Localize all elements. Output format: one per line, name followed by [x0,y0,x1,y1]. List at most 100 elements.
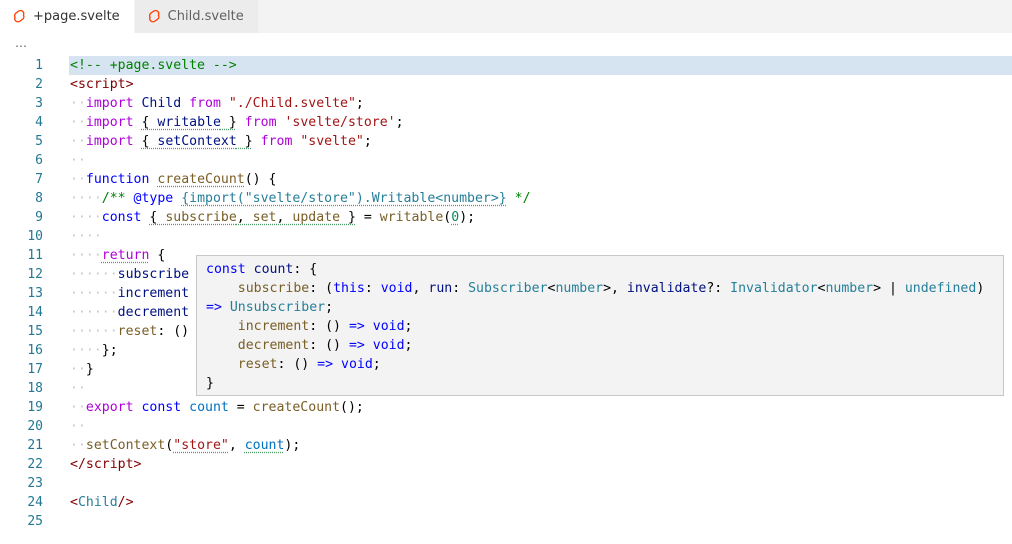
param: run [428,281,453,296]
identifier: writable [157,115,221,130]
keyword: from [189,96,221,111]
property: decrement [237,338,310,353]
function-call: writable [379,210,444,225]
property: reset [117,324,158,339]
code-line[interactable]: ···· [70,227,1012,246]
line-number: 15 [27,324,43,339]
code-line[interactable]: <script> [70,75,1012,94]
line-number: 2 [35,77,43,92]
property: decrement [117,305,190,320]
line-number: 9 [35,210,43,225]
code-line[interactable]: </script> [70,455,1012,474]
line-number: 5 [35,134,43,149]
property: reset [237,357,278,372]
keyword: const [101,210,142,225]
line-number: 18 [27,381,43,396]
type: Unsubscriber [229,300,326,315]
line-number: 22 [27,457,43,472]
function-name: createCount [157,172,245,187]
function-call: createCount [252,400,341,415]
code-line[interactable]: <Child/> [70,493,1012,512]
keyword: export [85,400,134,415]
code-line[interactable]: ··import { writable } from 'svelte/store… [70,113,1012,132]
tag-name: script [85,457,134,472]
property: increment [237,319,310,334]
tag-bracket: > [125,77,134,92]
type: number [555,281,604,296]
tag-bracket: < [70,77,78,92]
line-number: 7 [35,172,43,187]
line-number: 17 [27,362,43,377]
svelte-icon [148,10,160,23]
svelte-icon [14,10,25,23]
breadcrumb[interactable]: … [15,36,27,54]
line-number: 6 [35,153,43,168]
keyword: void [341,357,373,372]
code-line[interactable] [70,512,1012,531]
keyword: from [260,134,293,149]
code-line[interactable]: ·· [70,417,1012,436]
code-line[interactable]: ·· [70,151,1012,170]
code-line[interactable]: <!-- +page.svelte --> [70,56,1012,75]
line-number-gutter: 1 2 3 4 5 6 7 8 9 10 11 12 13 14 15 16 1… [0,56,50,531]
line-number: 13 [27,286,43,301]
jsdoc-comment: /** [101,191,134,206]
identifier: Child [141,96,182,111]
type: undefined [904,281,977,296]
line-number: 11 [27,248,43,263]
line-number: 12 [27,267,43,282]
identifier: count [244,438,285,453]
line-number: 16 [27,343,43,358]
hover-tooltip: const count: { subscribe: (this: void, r… [196,255,1004,396]
line-number: 20 [27,419,43,434]
component-name: Child [77,495,118,510]
tag-name: script [77,77,126,92]
jsdoc-comment: */ [506,191,531,206]
function-call: setContext [85,438,166,453]
keyword: const [206,262,246,277]
keyword: void [380,281,413,296]
code-line[interactable]: ····const { subscribe, set, update } = w… [70,208,1012,227]
string: "./Child.svelte" [228,96,356,111]
code-line[interactable]: ··function createCount() { [70,170,1012,189]
identifier: update [292,210,341,225]
line-number: 1 [35,58,43,73]
keyword: import [85,115,134,130]
code-line[interactable]: ··setContext("store", count); [70,436,1012,455]
editor-tab-bar: +page.svelte Child.svelte [0,0,1012,33]
jsdoc-type: {import("svelte/store").Writable<number>… [181,191,507,206]
keyword: const [141,400,182,415]
identifier: count [253,262,294,277]
string: "store" [173,438,229,453]
keyword: return [101,248,150,263]
tab-page-svelte[interactable]: +page.svelte [0,0,135,33]
identifier: setContext [157,134,237,149]
line-number: 19 [27,400,43,415]
code-line[interactable]: ····/** @type {import("svelte/store").Wr… [70,189,1012,208]
code-line[interactable] [70,474,1012,493]
line-number: 8 [35,191,43,206]
keyword: void [372,319,405,334]
code-line[interactable]: ··import { setContext } from "svelte"; [70,132,1012,151]
property: increment [117,286,190,301]
line-number: 14 [27,305,43,320]
param: invalidate [626,281,707,296]
code-line[interactable]: ··import Child from "./Child.svelte"; [70,94,1012,113]
tab-child-svelte[interactable]: Child.svelte [134,0,259,33]
keyword: function [85,172,150,187]
html-comment: <!-- +page.svelte --> [70,58,237,73]
line-number: 25 [27,514,43,529]
code-line[interactable]: ··export const count = createCount(); [70,398,1012,417]
type: Subscriber [468,281,548,296]
identifier: subscribe [165,210,237,225]
jsdoc-tag: @type [133,191,174,206]
line-number: 4 [35,115,43,130]
identifier: count [189,400,229,415]
number: 0 [451,210,460,225]
keyword: from [244,115,277,130]
type: Invalidator [730,281,818,296]
type: number [825,281,874,296]
keyword: this [333,281,365,296]
tab-label: +page.svelte [33,9,120,24]
keyword: void [372,338,405,353]
